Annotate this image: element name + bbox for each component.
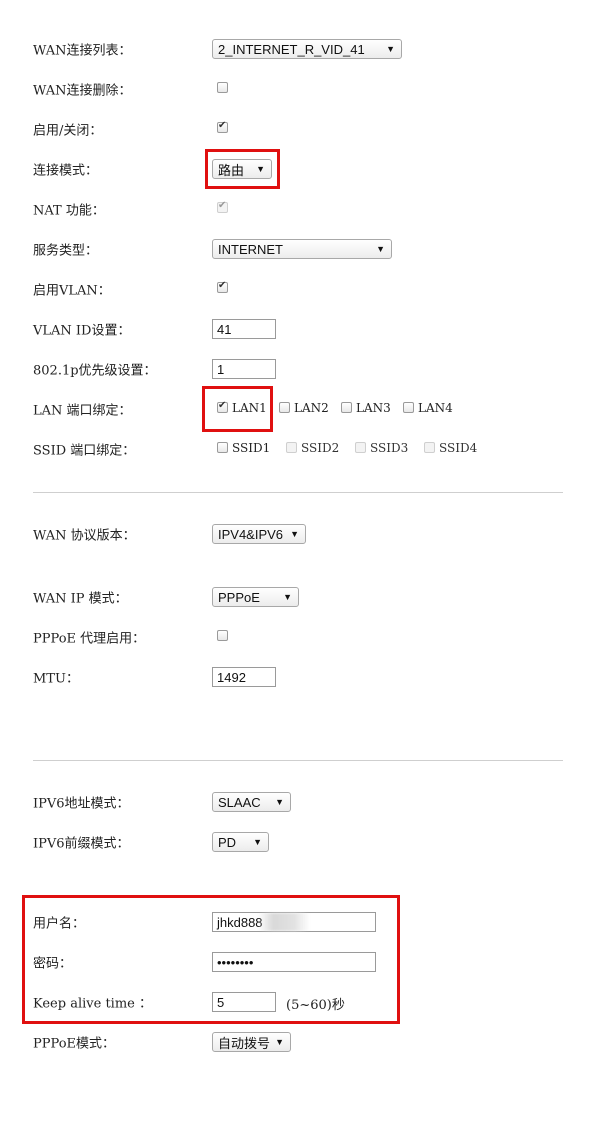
lan2-checkbox[interactable] xyxy=(279,402,290,413)
ssid1-checkbox[interactable] xyxy=(217,442,228,453)
mtu-label: MTU： xyxy=(33,671,79,687)
vlan-id-row: VLAN ID设置： 41 xyxy=(0,316,593,342)
nat-checkbox xyxy=(217,200,228,213)
ssid4-checkbox xyxy=(424,442,435,453)
pppoe-proxy-checkbox[interactable] xyxy=(217,630,228,641)
wan-list-label: WAN连接列表： xyxy=(33,43,132,59)
wan-ip-mode-value: PPPoE xyxy=(218,589,260,605)
lan-bind-row: LAN 端口绑定： LAN1 LAN2 LAN3 LAN4 xyxy=(0,396,593,422)
wan-delete-checkbox[interactable] xyxy=(217,82,228,93)
wan-ip-mode-row: WAN IP 模式： PPPoE ▼ xyxy=(0,584,593,610)
ssid4-label: SSID4 xyxy=(439,441,478,455)
nat-row: NAT 功能： xyxy=(0,196,593,222)
wan-ip-mode-select[interactable]: PPPoE ▼ xyxy=(212,587,299,607)
chevron-down-icon: ▼ xyxy=(275,1037,284,1047)
vlan-id-label: VLAN ID设置： xyxy=(33,323,131,339)
nat-label: NAT 功能： xyxy=(33,203,105,219)
lan2-label: LAN2 xyxy=(294,401,329,415)
pppoe-mode-label: PPPoE模式： xyxy=(33,1036,116,1052)
wan-list-value: 2_INTERNET_R_VID_41 xyxy=(218,41,365,57)
vlan-id-input[interactable]: 41 xyxy=(212,319,276,339)
highlight-box-conn-mode xyxy=(205,149,280,189)
pppoe-mode-value: 自动拨号 xyxy=(218,1035,271,1051)
lan4-label: LAN4 xyxy=(418,401,453,415)
wan-delete-row: WAN连接删除： xyxy=(0,76,593,102)
ipv6-addr-mode-select[interactable]: SLAAC ▼ xyxy=(212,792,291,812)
lan-bind-label: LAN 端口绑定： xyxy=(33,403,132,419)
service-type-row: 服务类型： INTERNET ▼ xyxy=(0,236,593,262)
wan-delete-label: WAN连接删除： xyxy=(33,83,132,99)
chevron-down-icon: ▼ xyxy=(290,529,299,539)
enable-label: 启用/关闭： xyxy=(33,123,103,139)
section-divider xyxy=(33,760,563,761)
section-divider xyxy=(33,492,563,493)
service-type-value: INTERNET xyxy=(218,241,283,257)
ssid-bind-row: SSID 端口绑定： SSID1 SSID2 SSID3 SSID4 xyxy=(0,436,593,462)
dot1p-row: 802.1p优先级设置： 1 xyxy=(0,356,593,382)
service-type-select[interactable]: INTERNET ▼ xyxy=(212,239,392,259)
pppoe-mode-select[interactable]: 自动拨号 ▼ xyxy=(212,1032,291,1052)
pppoe-proxy-label: PPPoE 代理启用： xyxy=(33,631,146,647)
ssid3-label: SSID3 xyxy=(370,441,409,455)
chevron-down-icon: ▼ xyxy=(253,837,262,847)
wan-protocol-label: WAN 协议版本： xyxy=(33,528,136,544)
ipv6-prefix-mode-row: IPV6前缀模式： PD ▼ xyxy=(0,829,593,855)
wan-protocol-select[interactable]: IPV4&IPV6 ▼ xyxy=(212,524,306,544)
chevron-down-icon: ▼ xyxy=(275,797,284,807)
lan3-checkbox[interactable] xyxy=(341,402,352,413)
dot1p-input[interactable]: 1 xyxy=(212,359,276,379)
wan-protocol-row: WAN 协议版本： IPV4&IPV6 ▼ xyxy=(0,521,593,547)
ipv6-prefix-mode-select[interactable]: PD ▼ xyxy=(212,832,269,852)
lan3-label: LAN3 xyxy=(356,401,391,415)
ipv6-addr-mode-row: IPV6地址模式： SLAAC ▼ xyxy=(0,789,593,815)
chevron-down-icon: ▼ xyxy=(283,592,292,602)
wan-ip-mode-label: WAN IP 模式： xyxy=(33,591,128,607)
conn-mode-label: 连接模式： xyxy=(33,163,99,179)
enable-vlan-label: 启用VLAN： xyxy=(33,283,111,299)
chevron-down-icon: ▼ xyxy=(376,244,385,254)
ipv6-addr-mode-label: IPV6地址模式： xyxy=(33,796,130,812)
enable-row: 启用/关闭： xyxy=(0,116,593,142)
enable-vlan-checkbox[interactable] xyxy=(217,280,228,293)
pppoe-proxy-row: PPPoE 代理启用： xyxy=(0,624,593,650)
wan-list-select[interactable]: 2_INTERNET_R_VID_41 ▼ xyxy=(212,39,402,59)
ssid2-checkbox xyxy=(286,442,297,453)
dot1p-label: 802.1p优先级设置： xyxy=(33,363,157,379)
enable-vlan-row: 启用VLAN： xyxy=(0,276,593,302)
ssid1-label: SSID1 xyxy=(232,441,271,455)
pppoe-mode-row: PPPoE模式： 自动拨号 ▼ xyxy=(0,1029,593,1055)
lan4-checkbox[interactable] xyxy=(403,402,414,413)
highlight-box-credentials xyxy=(22,895,400,1024)
enable-checkbox[interactable] xyxy=(217,120,228,133)
ssid2-label: SSID2 xyxy=(301,441,340,455)
ipv6-addr-mode-value: SLAAC xyxy=(218,794,261,810)
mtu-input[interactable]: 1492 xyxy=(212,667,276,687)
conn-mode-row: 连接模式： 路由 ▼ xyxy=(0,156,593,182)
mtu-row: MTU： 1492 xyxy=(0,664,593,690)
ipv6-prefix-mode-value: PD xyxy=(218,834,237,850)
ssid-bind-label: SSID 端口绑定： xyxy=(33,443,136,459)
wan-protocol-value: IPV4&IPV6 xyxy=(218,526,284,542)
chevron-down-icon: ▼ xyxy=(386,44,395,54)
highlight-box-lan-bind xyxy=(202,386,273,432)
ssid3-checkbox xyxy=(355,442,366,453)
service-type-label: 服务类型： xyxy=(33,243,99,259)
wan-list-row: WAN连接列表： 2_INTERNET_R_VID_41 ▼ xyxy=(0,36,593,62)
ipv6-prefix-mode-label: IPV6前缀模式： xyxy=(33,836,130,852)
